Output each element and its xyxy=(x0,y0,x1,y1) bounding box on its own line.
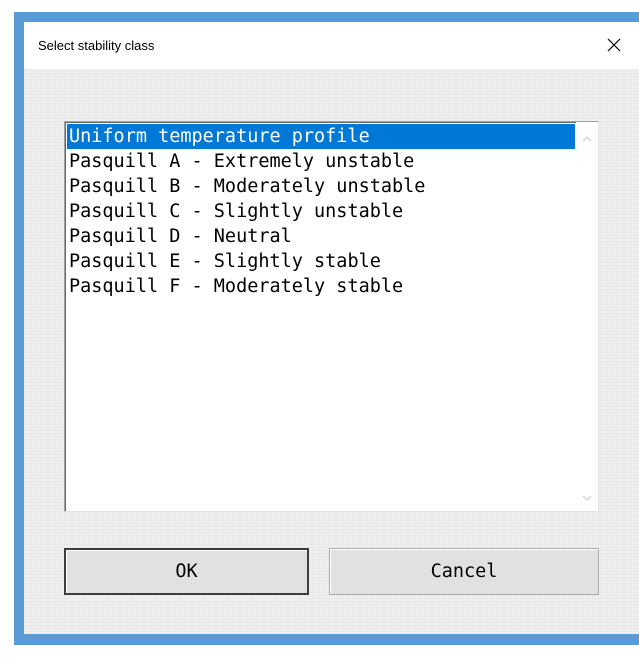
list-item-selected[interactable]: Uniform temperature profile xyxy=(67,124,575,149)
list-item[interactable]: Pasquill D - Neutral xyxy=(67,224,575,249)
list-items: Uniform temperature profile Pasquill A -… xyxy=(67,124,575,299)
list-item[interactable]: Pasquill F - Moderately stable xyxy=(67,274,575,299)
list-item[interactable]: Pasquill E - Slightly stable xyxy=(67,249,575,274)
close-button[interactable] xyxy=(597,30,631,60)
dialog-title: Select stability class xyxy=(38,38,155,53)
list-item[interactable]: Pasquill B - Moderately unstable xyxy=(67,174,575,199)
screen: Select stability class Uniform temperatu… xyxy=(0,0,639,657)
title-bar[interactable]: Select stability class xyxy=(24,22,639,69)
close-icon xyxy=(607,38,621,52)
ok-button[interactable]: OK xyxy=(64,548,309,595)
cancel-button[interactable]: Cancel xyxy=(329,548,599,595)
chevron-up-icon xyxy=(582,129,592,147)
list-item[interactable]: Pasquill C - Slightly unstable xyxy=(67,199,575,224)
scroll-up-button[interactable] xyxy=(576,128,598,148)
stability-class-listbox[interactable]: Uniform temperature profile Pasquill A -… xyxy=(64,121,599,512)
chevron-down-icon xyxy=(582,488,592,506)
scroll-down-button[interactable] xyxy=(576,487,598,507)
vertical-scrollbar[interactable] xyxy=(576,122,598,511)
list-item[interactable]: Pasquill A - Extremely unstable xyxy=(67,149,575,174)
stability-class-dialog: Select stability class Uniform temperatu… xyxy=(24,22,639,634)
